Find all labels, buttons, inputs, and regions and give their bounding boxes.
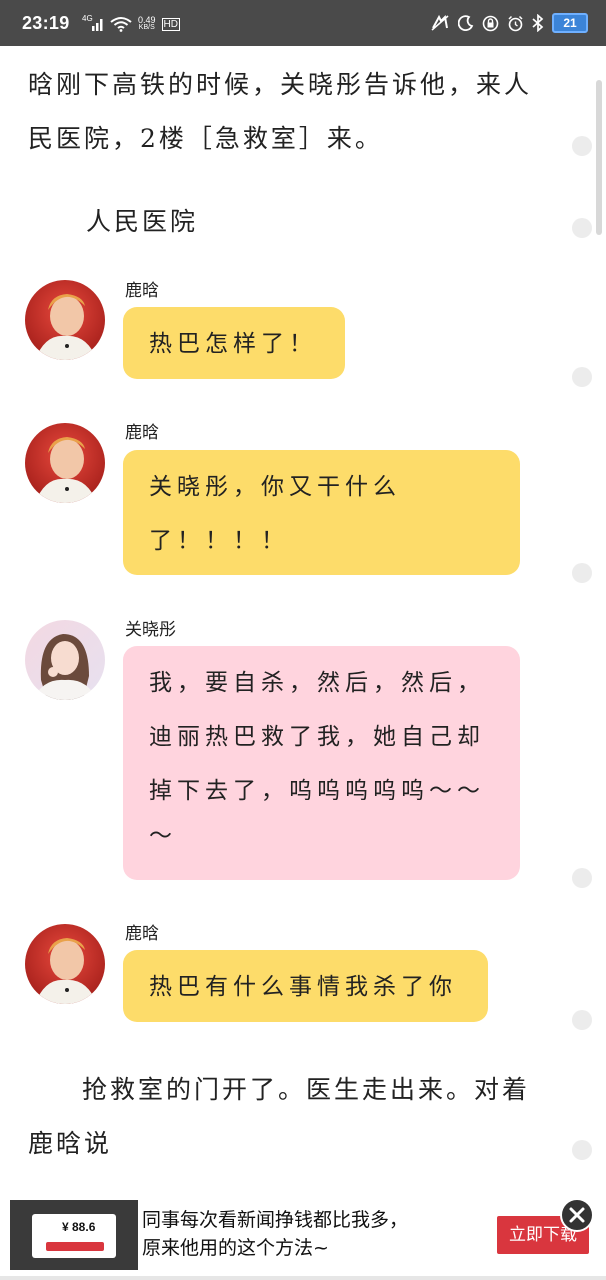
reader-content[interactable]: 晗刚下高铁的时候，关晓彤告诉他，来人 民医院，2楼［急救室］来。 人民医院 鹿晗… <box>0 46 606 1196</box>
speaker-name: 鹿晗 <box>125 423 159 443</box>
bubble-text: 了！！！！ <box>149 528 289 554</box>
bubble-text: 关晓彤，你又干什么 <box>149 474 401 500</box>
status-left-icons: 4G 0.49 KB/S HD <box>82 14 180 34</box>
ad-thumbnail-price: ¥ 88.6 <box>62 1220 96 1234</box>
network-speed: 0.49 KB/S <box>138 16 156 32</box>
ad-thumbnail[interactable]: ¥ 88.6 <box>10 1200 138 1270</box>
ad-headline-line: 同事每次看新闻挣钱都比我多， <box>142 1209 409 1231</box>
avatar-luhan-icon[interactable] <box>25 280 105 360</box>
lock-rotation-icon <box>482 15 499 32</box>
avatar-luhan-icon[interactable] <box>25 924 105 1004</box>
speed-value: 0.49 <box>138 15 156 25</box>
ad-thumbnail-button <box>46 1242 104 1251</box>
status-time: 23:19 <box>22 13 70 33</box>
bubble-text: 热巴怎样了！ <box>149 331 317 357</box>
ad-headline-line: 原来他用的这个方法~ <box>142 1237 329 1259</box>
speaker-name: 鹿晗 <box>125 924 159 944</box>
battery-icon: 21 <box>552 13 588 33</box>
wifi-icon <box>110 16 132 32</box>
bubble-text: 热巴有什么事情我杀了你 <box>149 974 457 1000</box>
comment-marker-icon[interactable] <box>572 218 592 238</box>
story-paragraph: 抢救室的门开了。医生走出来。对着 <box>82 1075 531 1104</box>
bubble-text: 掉下去了，呜呜呜呜呜～～ <box>149 778 485 804</box>
scene-heading: 人民医院 <box>86 207 199 236</box>
comment-marker-icon[interactable] <box>572 1140 592 1160</box>
comment-marker-icon[interactable] <box>572 563 592 583</box>
hd-badge: HD <box>161 17 180 31</box>
ad-headline[interactable]: 同事每次看新闻挣钱都比我多， 原来他用的这个方法~ <box>142 1206 408 1262</box>
speaker-name: 关晓彤 <box>125 620 176 640</box>
comment-marker-icon[interactable] <box>572 136 592 156</box>
bubble-text: 迪丽热巴救了我，她自己却 <box>149 724 485 750</box>
comment-marker-icon[interactable] <box>572 1010 592 1030</box>
chat-bubble: 我，要自杀，然后，然后， 迪丽热巴救了我，她自己却 掉下去了，呜呜呜呜呜～～ ～ <box>123 646 520 880</box>
comment-marker-icon[interactable] <box>572 367 592 387</box>
avatar-luhan-icon[interactable] <box>25 423 105 503</box>
chat-bubble: 热巴有什么事情我杀了你 <box>123 950 488 1022</box>
moon-icon <box>457 15 474 32</box>
story-paragraph: 晗刚下高铁的时候，关晓彤告诉他，来人 <box>28 70 533 99</box>
alarm-icon <box>507 15 524 32</box>
chat-bubble: 关晓彤，你又干什么 了！！！！ <box>123 450 520 575</box>
bluetooth-icon <box>532 13 544 33</box>
status-bar: 23:19 4G 0.49 KB/S HD 21 <box>0 0 606 46</box>
scrollbar[interactable] <box>596 80 602 235</box>
bubble-text: ～ <box>149 823 177 849</box>
comment-marker-icon[interactable] <box>572 868 592 888</box>
ad-banner[interactable]: ¥ 88.6 同事每次看新闻挣钱都比我多， 原来他用的这个方法~ 立即下载 <box>0 1196 606 1280</box>
speed-unit: KB/S <box>138 24 155 31</box>
chat-bubble: 热巴怎样了！ <box>123 307 345 379</box>
nfc-icon <box>430 14 450 32</box>
speaker-name: 鹿晗 <box>125 281 159 301</box>
avatar-guanxiaotong-icon[interactable] <box>25 620 105 700</box>
story-paragraph: 鹿晗说 <box>28 1129 113 1158</box>
bubble-text: 我，要自杀，然后，然后， <box>149 670 485 696</box>
signal-icon: 4G <box>82 14 104 32</box>
bottom-divider <box>0 1276 606 1280</box>
close-icon[interactable] <box>560 1198 594 1232</box>
story-paragraph: 民医院，2楼［急救室］来。 <box>28 124 383 153</box>
status-right-icons: 21 <box>430 13 588 33</box>
ad-thumbnail-card: ¥ 88.6 <box>32 1214 116 1258</box>
